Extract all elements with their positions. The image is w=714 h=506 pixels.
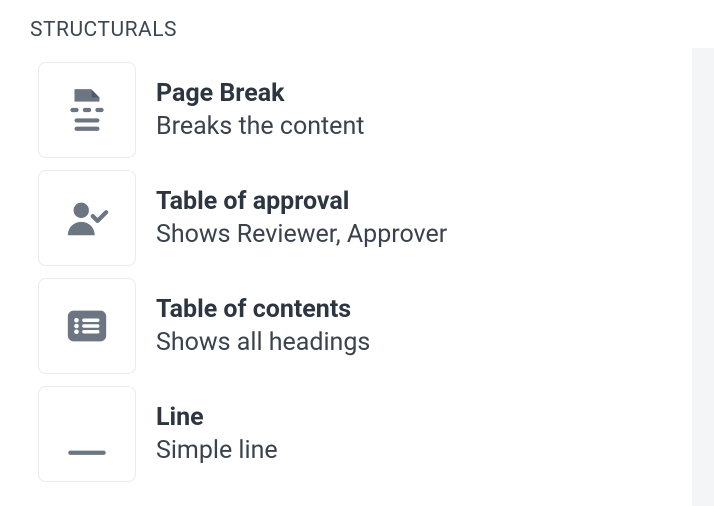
item-title: Table of contents: [156, 295, 370, 324]
item-page-break[interactable]: Page Break Breaks the content: [38, 56, 692, 164]
icon-box: [38, 278, 136, 374]
item-title: Table of approval: [156, 187, 447, 216]
structurals-panel: STRUCTURALS Page Break Breaks the conten…: [0, 0, 692, 488]
user-check-icon: [64, 195, 110, 241]
icon-box: [38, 62, 136, 158]
line-icon: [62, 409, 112, 459]
icon-box: [38, 170, 136, 266]
item-text: Page Break Breaks the content: [156, 79, 364, 141]
item-description: Breaks the content: [156, 112, 364, 141]
scrollbar[interactable]: [692, 48, 714, 506]
list-icon: [64, 303, 110, 349]
item-title: Page Break: [156, 79, 364, 108]
section-header: STRUCTURALS: [0, 0, 692, 56]
item-table-of-contents[interactable]: Table of contents Shows all headings: [38, 272, 692, 380]
item-table-of-approval[interactable]: Table of approval Shows Reviewer, Approv…: [38, 164, 692, 272]
icon-box: [38, 386, 136, 482]
item-line[interactable]: Line Simple line: [38, 380, 692, 488]
item-text: Table of approval Shows Reviewer, Approv…: [156, 187, 447, 249]
item-text: Line Simple line: [156, 403, 278, 465]
item-text: Table of contents Shows all headings: [156, 295, 370, 357]
item-list: Page Break Breaks the content Table of a…: [0, 56, 692, 488]
page-break-icon: [62, 85, 112, 135]
item-description: Shows Reviewer, Approver: [156, 220, 447, 249]
item-description: Shows all headings: [156, 328, 370, 357]
item-description: Simple line: [156, 436, 278, 465]
item-title: Line: [156, 403, 278, 432]
